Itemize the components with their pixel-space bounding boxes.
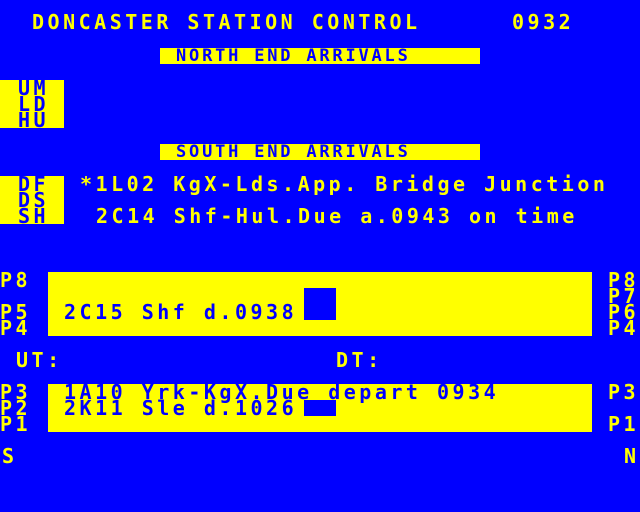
- station-title: DONCASTER STATION CONTROL: [32, 10, 421, 34]
- upper-cursor-block: [304, 288, 336, 320]
- south-end-heading: SOUTH END ARRIVALS: [176, 142, 411, 162]
- platform-label-left-p1: P1: [0, 412, 32, 436]
- south-marker: S: [2, 444, 18, 468]
- platform-label-left-p8: P8: [0, 268, 32, 292]
- platform-label-right-p4: P4: [608, 316, 640, 340]
- down-through-label: DT:: [336, 348, 383, 372]
- north-end-heading: NORTH END ARRIVALS: [176, 46, 411, 66]
- platform-label-right-p3: P3: [608, 380, 640, 404]
- north-marker: N: [624, 444, 640, 468]
- lower-train-entry-2: 2K11 Sle d.1026: [64, 396, 298, 420]
- clock-time: 0932: [512, 10, 575, 34]
- up-through-label: UT:: [16, 348, 63, 372]
- upper-train-entry: 2C15 Shf d.0938: [64, 300, 298, 324]
- platform-label-left-p4: P4: [0, 316, 32, 340]
- lower-cursor-block: [304, 400, 336, 416]
- route-hu: HU: [18, 108, 50, 132]
- south-message-1: *1L02 KgX-Lds.App. Bridge Junction: [80, 172, 609, 196]
- south-message-2: 2C14 Shf-Hul.Due a.0943 on time: [96, 204, 578, 228]
- platform-label-right-p1: P1: [608, 412, 640, 436]
- route-sh: SH: [18, 204, 50, 228]
